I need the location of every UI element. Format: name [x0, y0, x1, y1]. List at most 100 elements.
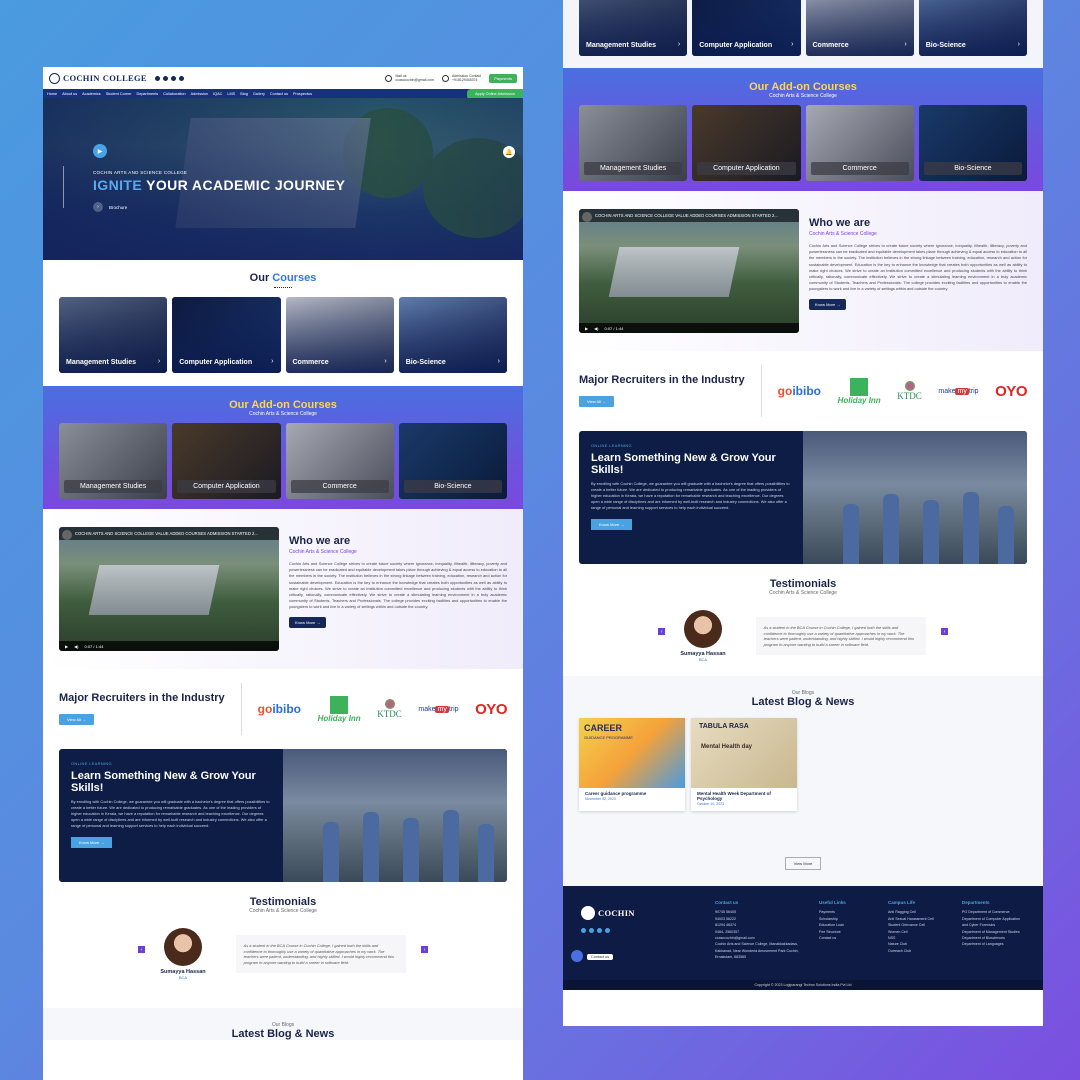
course-card-bioscience[interactable]: Bio-Science ›	[918, 0, 1027, 56]
chat-label[interactable]: Contact us	[587, 954, 614, 960]
notification-bell-icon[interactable]: 🔔	[503, 146, 515, 158]
addon-card-commerce[interactable]: Commerce	[805, 105, 914, 181]
college-crest-icon	[49, 72, 60, 84]
whatsapp-icon[interactable]	[170, 75, 176, 81]
footer-link[interactable]: Department of Languages	[962, 941, 1025, 947]
facebook-icon[interactable]	[154, 75, 160, 81]
testimonials-subtitle: Cochin Arts & Science College	[249, 908, 317, 914]
blog-post-date: October 10, 2023	[697, 802, 725, 806]
chevron-right-icon: ›	[157, 358, 161, 365]
video-controls[interactable]: ▶ ◀) 0:07 / 1:44	[579, 323, 799, 333]
footer-link[interactable]: Contact us	[819, 935, 874, 941]
view-all-button[interactable]: View All →	[59, 714, 95, 725]
logo-word-a: COCHIN	[63, 73, 100, 83]
next-arrow-icon[interactable]: ›	[421, 946, 428, 953]
nav-departments[interactable]: Departments	[136, 92, 158, 96]
play-icon[interactable]: ▶	[585, 326, 588, 331]
college-video-player[interactable]: COCHIN ARTS AND SCIENCE COLLEGE VALUE AD…	[579, 209, 799, 333]
holiday-inn-logo: Holiday Inn	[838, 377, 881, 405]
learn-body: By enrolling with Cochin College, we gua…	[71, 799, 270, 828]
goibibo-logo: goibibo	[777, 384, 821, 398]
holiday-inn-logo: Holiday Inn	[318, 695, 361, 723]
course-card-computer[interactable]: Computer Application ›	[692, 0, 801, 56]
view-more-button[interactable]: View More	[784, 857, 822, 870]
college-video-player[interactable]: COCHIN ARTS AND SCIENCE COLLEGE VALUE AD…	[59, 527, 279, 651]
nav-about[interactable]: About us	[62, 92, 77, 96]
phone-contact[interactable]: Admission Contact +918129448374	[442, 74, 481, 82]
nav-academics[interactable]: Academics	[82, 92, 101, 96]
course-label: Computer Application	[179, 358, 253, 366]
logo-word-b: COLLEGE	[102, 73, 147, 83]
course-card-commerce[interactable]: Commerce ›	[285, 297, 394, 373]
mail-contact[interactable]: Mail us ccasccochin@gmail.com	[385, 74, 434, 82]
instagram-icon[interactable]	[589, 928, 594, 933]
course-card-commerce[interactable]: Commerce ›	[805, 0, 914, 56]
chevron-right-icon: ›	[1017, 41, 1020, 48]
footer-link[interactable]: Outreach Club	[888, 948, 948, 954]
prev-arrow-icon[interactable]: ‹	[138, 946, 145, 953]
nav-home[interactable]: Home	[47, 92, 57, 96]
site-logo[interactable]: COCHIN COLLEGE	[49, 72, 147, 84]
footer-link[interactable]: Department of Computer Application and C…	[962, 916, 1025, 929]
nav-prospectus[interactable]: Prospectus	[293, 92, 312, 96]
nav-gallery[interactable]: Gallery	[253, 92, 265, 96]
addon-card-computer[interactable]: Computer Application	[172, 423, 281, 499]
play-icon[interactable]: ▶	[65, 644, 68, 649]
addon-card-management[interactable]: Management Studies	[59, 423, 168, 499]
volume-icon[interactable]: ◀)	[594, 326, 598, 331]
chevron-right-icon: ›	[384, 358, 387, 365]
courses-section: Our Courses Management Studies › Computer…	[43, 260, 523, 373]
learn-know-more-button[interactable]: Know More →	[591, 519, 633, 530]
addon-title: Our Add-on Courses	[229, 399, 337, 411]
course-card-bioscience[interactable]: Bio-Science ›	[398, 297, 507, 373]
addon-card-management[interactable]: Management Studies	[579, 105, 688, 181]
nav-iqac[interactable]: IQAC	[213, 92, 222, 96]
instagram-icon[interactable]	[162, 75, 168, 81]
nav-student-corner[interactable]: Student Corner	[106, 92, 132, 96]
blog-card[interactable]: TABULA RASA Mental Health day Mental Hea…	[691, 718, 797, 811]
who-subtitle: Cochin Arts & Science College	[289, 549, 357, 555]
nav-blog[interactable]: Blog	[240, 92, 248, 96]
addon-courses-section: Our Add-on Courses Cochin Arts & Science…	[563, 68, 1043, 191]
nav-admission[interactable]: Admission	[191, 92, 209, 96]
phone-value: +918129448374	[452, 78, 478, 82]
know-more-button[interactable]: Know More →	[809, 298, 847, 310]
blog-section-partial: Our Blogs Latest Blog & News	[43, 1008, 523, 1040]
course-card-management[interactable]: Management Studies ›	[579, 0, 688, 56]
view-all-button[interactable]: View All →	[579, 396, 615, 407]
video-controls[interactable]: ▶ ◀) 0:07 / 1:44	[59, 641, 279, 651]
facebook-icon[interactable]	[581, 928, 586, 933]
blog-post-title: Career guidance programme	[585, 791, 647, 796]
youtube-icon[interactable]	[178, 75, 184, 81]
whatsapp-icon[interactable]	[597, 928, 602, 933]
footer-departments: Departments PG Department of Commerce Dep…	[962, 900, 1025, 966]
nav-lms[interactable]: LMS	[227, 92, 235, 96]
course-card-management[interactable]: Management Studies ›	[59, 297, 168, 373]
blog-card[interactable]: CAREER GUIDANCE PROGRAMME Career guidanc…	[579, 718, 685, 811]
know-more-button[interactable]: Know More →	[289, 616, 327, 628]
social-links	[154, 75, 184, 81]
prev-arrow-icon[interactable]: ‹	[658, 628, 665, 635]
hero-play-icon[interactable]: ▶	[93, 144, 107, 158]
payments-button[interactable]: Payments	[489, 73, 517, 83]
addon-card-computer[interactable]: Computer Application	[692, 105, 801, 181]
addon-card-bioscience[interactable]: Bio-Science	[918, 105, 1027, 181]
brochure-link[interactable]: › Brochure	[93, 202, 127, 212]
nav-collaboration[interactable]: Collaboration	[163, 92, 185, 96]
youtube-icon[interactable]	[605, 928, 610, 933]
mail-value: ccasccochin@gmail.com	[395, 78, 435, 82]
addon-card-commerce[interactable]: Commerce	[285, 423, 394, 499]
learn-know-more-button[interactable]: Know More →	[71, 837, 113, 848]
course-card-computer[interactable]: Computer Application ›	[172, 297, 281, 373]
testimonial-quote: As a student in the BCA Course in Cochin…	[235, 935, 406, 973]
addon-card-bioscience[interactable]: Bio-Science	[398, 423, 507, 499]
chat-icon[interactable]	[571, 950, 583, 962]
chevron-right-icon: ›	[93, 202, 103, 212]
volume-icon[interactable]: ◀)	[74, 644, 78, 649]
nav-contact[interactable]: Contact us	[270, 92, 288, 96]
chevron-right-icon: ›	[677, 41, 681, 48]
next-arrow-icon[interactable]: ›	[941, 628, 948, 635]
main-nav: Home About us Academics Student Corner D…	[43, 89, 523, 100]
who-we-are-section: COCHIN ARTS AND SCIENCE COLLEGE VALUE AD…	[563, 191, 1043, 351]
recruiter-logos: goibibo Holiday Inn KTDC make my trip OYO	[777, 377, 1027, 405]
